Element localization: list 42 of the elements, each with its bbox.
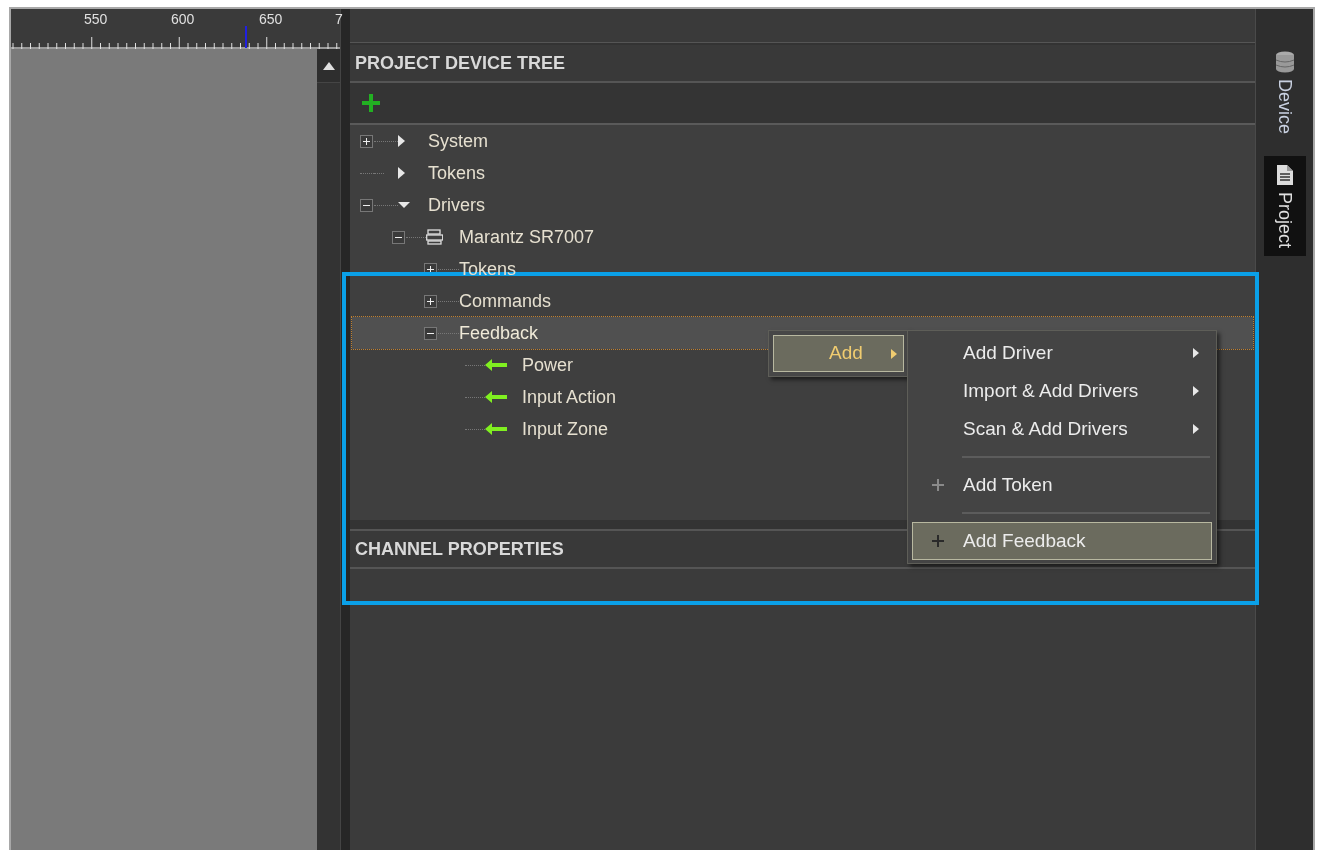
collapse-icon[interactable] [392, 230, 405, 244]
up-arrow-icon [322, 61, 335, 70]
document-icon [1275, 164, 1294, 187]
device-icon [426, 229, 443, 245]
collapse-icon[interactable] [360, 198, 373, 212]
tree-item[interactable]: Power [522, 351, 574, 379]
tree-item[interactable]: Input Action [522, 383, 617, 411]
plus-icon [932, 479, 944, 491]
tree-item[interactable]: Feedback [459, 319, 539, 347]
menu-item[interactable]: Scan & Add Drivers [912, 410, 1212, 448]
menu-item[interactable]: Import & Add Drivers [912, 372, 1212, 410]
caret-down-icon[interactable] [398, 201, 410, 209]
expand-icon[interactable] [360, 134, 373, 148]
database-icon [1274, 51, 1295, 73]
tree-item[interactable]: Input Zone [522, 415, 609, 443]
tree-item[interactable]: Drivers [428, 191, 485, 219]
menu-item[interactable]: Add Feedback [912, 522, 1212, 560]
menu-item[interactable]: Add Driver [912, 334, 1212, 372]
side-tab[interactable]: Project [1263, 156, 1306, 257]
plus-icon [932, 535, 944, 547]
tree-item[interactable]: Marantz SR7007 [459, 223, 595, 251]
expand-icon[interactable] [424, 294, 437, 308]
scroll-up-button[interactable] [317, 49, 340, 83]
left-arrow-icon [485, 391, 507, 403]
ruler-label: 650 [259, 12, 283, 26]
ruler-label: 7 [335, 12, 343, 26]
side-tab[interactable]: Device [1263, 43, 1306, 143]
panel-title: CHANNEL PROPERTIES [355, 537, 564, 561]
position-marker [245, 26, 247, 48]
caret-right-icon[interactable] [398, 167, 405, 179]
collapse-icon[interactable] [424, 326, 437, 340]
tree-item[interactable]: System [428, 127, 488, 155]
tree-item[interactable]: Commands [459, 287, 552, 315]
left-arrow-icon [485, 423, 507, 435]
caret-right-icon[interactable] [398, 135, 405, 147]
menu-item[interactable]: Add Token [912, 466, 1212, 504]
ruler-label: 600 [171, 12, 195, 26]
left-arrow-icon [485, 359, 507, 371]
add-icon[interactable] [362, 94, 380, 112]
tree-item[interactable]: Tokens [428, 159, 486, 187]
ruler-label: 550 [84, 12, 108, 26]
panel-title: PROJECT DEVICE TREE [355, 51, 566, 75]
